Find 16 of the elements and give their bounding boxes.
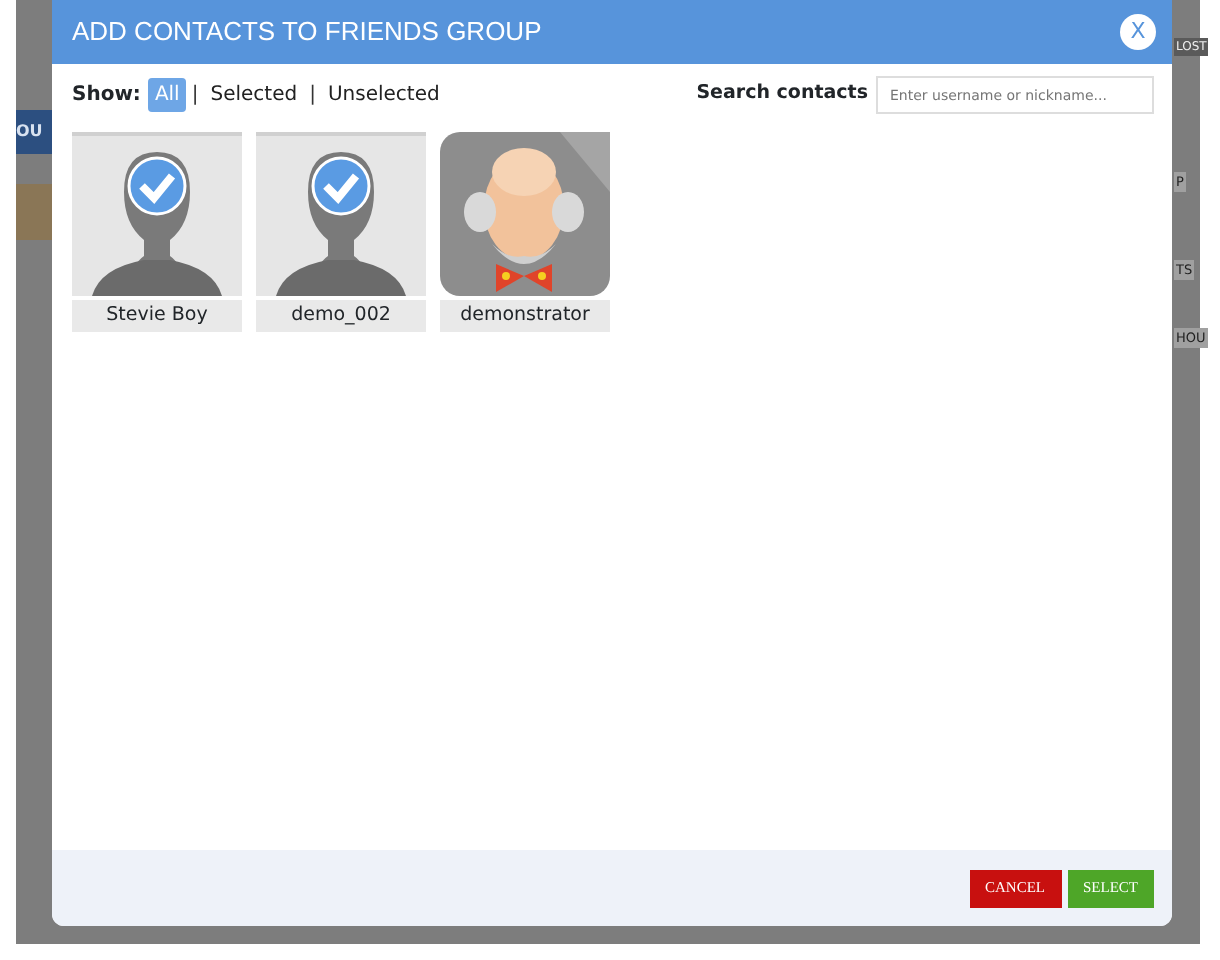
close-button[interactable]: X [1120,14,1156,50]
filter-label: Show: [72,82,141,110]
contact-name: demo_002 [256,300,426,332]
separator-text: | [309,82,316,110]
backdrop-banner [16,184,56,240]
separator-text: | [191,82,199,110]
dialog-title: ADD CONTACTS TO FRIENDS GROUP [72,14,542,51]
filter-option[interactable]: Selected [204,78,304,112]
filter-option[interactable]: Unselected [321,78,446,112]
avatar-silhouette-icon[interactable] [256,132,426,296]
backdrop-text: OU [16,110,52,154]
avatar-drawing[interactable] [440,132,610,296]
contact-name: demonstrator [440,300,610,332]
avatar-silhouette-icon[interactable] [72,132,242,296]
search-label: Search contacts [696,80,868,109]
contact-name: Stevie Boy [72,300,242,332]
